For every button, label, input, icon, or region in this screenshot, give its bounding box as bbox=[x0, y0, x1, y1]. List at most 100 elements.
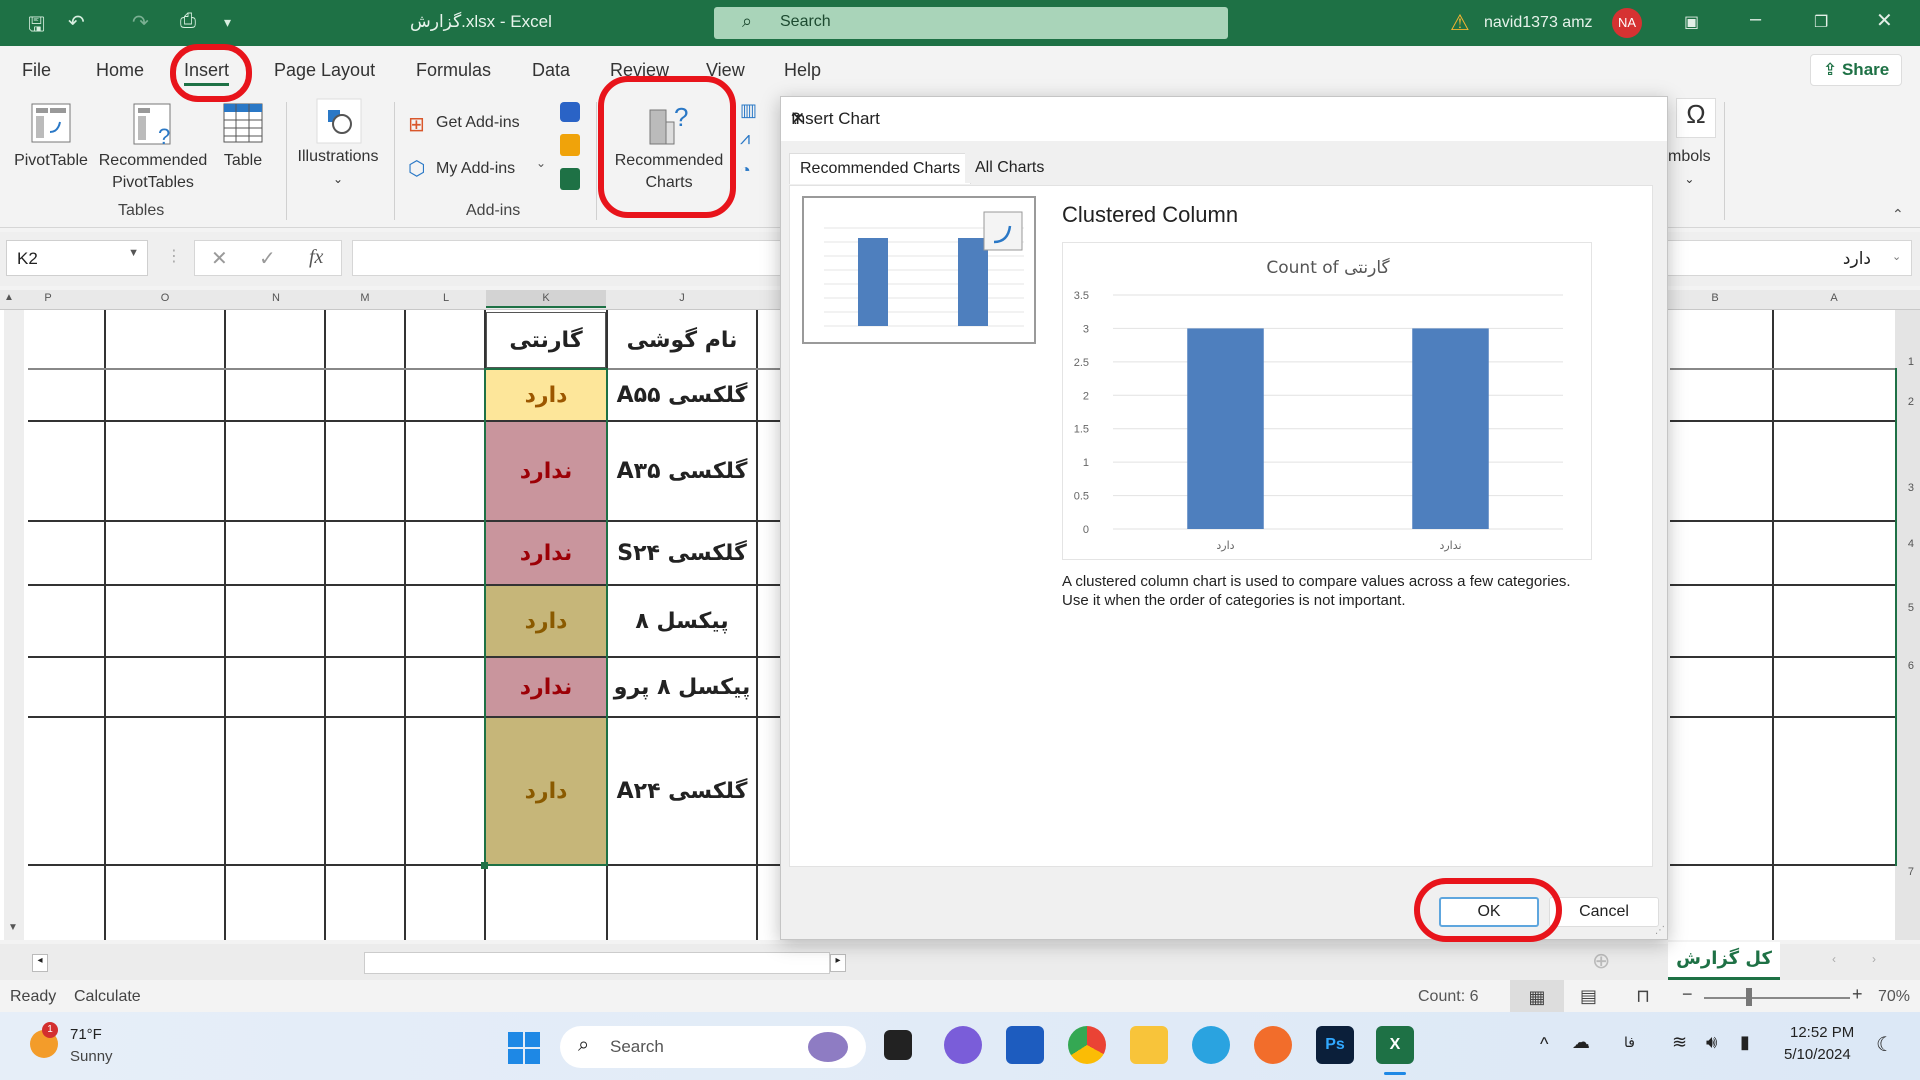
symbols-button[interactable]: mbols ⌄ bbox=[1668, 146, 1711, 190]
column-header[interactable]: J bbox=[608, 292, 756, 304]
add-sheet-icon[interactable]: ⊕ bbox=[1592, 948, 1610, 974]
tab-recommended-charts[interactable]: Recommended Charts bbox=[789, 153, 972, 184]
close-window-icon[interactable]: ✕ bbox=[1876, 8, 1893, 33]
clock-time[interactable]: 12:52 PM bbox=[1790, 1024, 1854, 1041]
task-view-icon[interactable] bbox=[884, 1030, 912, 1060]
firefox-icon[interactable] bbox=[1254, 1026, 1292, 1064]
column-header-selected[interactable]: K bbox=[486, 290, 606, 308]
row-header[interactable]: 1 bbox=[1908, 356, 1914, 368]
close-icon[interactable]: ✕ bbox=[791, 109, 805, 129]
cell-product[interactable]: پیکسل ۸ پرو bbox=[608, 658, 756, 716]
collapse-ribbon-icon[interactable]: ⌃ bbox=[1892, 206, 1904, 223]
volume-icon[interactable]: 🔊︎ bbox=[1706, 1032, 1717, 1053]
file-explorer-icon[interactable] bbox=[1130, 1026, 1168, 1064]
recommended-pivottables-button[interactable]: Recommended PivotTables bbox=[94, 150, 212, 194]
pie-chart-icon[interactable]: ◔ bbox=[740, 160, 751, 181]
save-icon[interactable]: 🖫 bbox=[28, 10, 45, 44]
get-addins-button[interactable]: Get Add-ins bbox=[436, 112, 520, 134]
photoshop-icon[interactable]: Ps bbox=[1316, 1026, 1354, 1064]
clock-date[interactable]: 5/10/2024 bbox=[1784, 1046, 1851, 1063]
weather-text[interactable]: Sunny bbox=[70, 1048, 113, 1065]
notifications-icon[interactable]: ☾ bbox=[1876, 1032, 1894, 1057]
resize-grip-icon[interactable]: ⋰ bbox=[1655, 925, 1665, 936]
onedrive-icon[interactable]: ☁ bbox=[1572, 1032, 1590, 1053]
cell-product[interactable]: پیکسل ۸ bbox=[608, 586, 756, 656]
pivottable-button[interactable]: PivotTable bbox=[12, 150, 90, 172]
row-header[interactable]: 3 bbox=[1908, 482, 1914, 494]
bing-maps-icon[interactable] bbox=[560, 134, 580, 156]
row-header[interactable]: 5 bbox=[1908, 602, 1914, 614]
scroll-up-icon[interactable]: ▲ bbox=[4, 292, 14, 303]
tab-data[interactable]: Data bbox=[532, 60, 570, 81]
tab-file[interactable]: File bbox=[22, 60, 51, 81]
people-graph-icon[interactable] bbox=[560, 168, 580, 190]
scroll-down-icon[interactable]: ▼ bbox=[8, 922, 18, 933]
zoom-slider-thumb[interactable] bbox=[1746, 988, 1752, 1006]
tab-home[interactable]: Home bbox=[96, 60, 144, 81]
column-chart-icon[interactable]: ▥ bbox=[740, 100, 757, 121]
scroll-right-icon[interactable]: ▸ bbox=[830, 954, 846, 972]
language-indicator[interactable]: فا bbox=[1624, 1034, 1635, 1051]
next-sheet-icon[interactable]: › bbox=[1872, 952, 1876, 966]
telegram-icon[interactable] bbox=[1192, 1026, 1230, 1064]
sheet-tab[interactable]: کل گزارش bbox=[1668, 942, 1780, 980]
cell-header-warranty[interactable]: گارنتی bbox=[486, 312, 606, 368]
prev-sheet-icon[interactable]: ‹ bbox=[1832, 952, 1836, 966]
column-header[interactable]: O bbox=[106, 292, 224, 304]
visio-icon[interactable] bbox=[560, 102, 580, 122]
name-box[interactable]: K2 ▼ bbox=[6, 240, 148, 276]
battery-icon[interactable]: ▮ bbox=[1740, 1032, 1750, 1053]
column-header[interactable]: P bbox=[30, 292, 66, 304]
normal-view-icon[interactable]: ▦ bbox=[1510, 980, 1564, 1016]
zoom-in-icon[interactable]: + bbox=[1852, 984, 1863, 1005]
warning-icon[interactable]: ⚠ bbox=[1450, 10, 1470, 36]
cell-product[interactable]: گلکسی S۲۴ bbox=[608, 522, 756, 584]
cancel-button[interactable]: Cancel bbox=[1549, 897, 1659, 927]
word-icon[interactable] bbox=[1006, 1026, 1044, 1064]
teams-icon[interactable] bbox=[944, 1026, 982, 1064]
table-button[interactable]: Table bbox=[212, 150, 274, 172]
share-button[interactable]: ⇪ Share bbox=[1810, 54, 1902, 86]
expand-formula-icon[interactable]: ⌄ bbox=[1892, 250, 1901, 263]
scroll-left-icon[interactable]: ◂ bbox=[32, 954, 48, 972]
chevron-down-icon[interactable]: ▼ bbox=[128, 247, 139, 259]
customize-toolbar-icon[interactable]: ▾ bbox=[224, 14, 231, 31]
cell-product[interactable]: گلکسی A۲۴ bbox=[608, 718, 756, 864]
row-header[interactable]: 7 bbox=[1908, 866, 1914, 878]
line-chart-icon[interactable]: ⩘ bbox=[740, 128, 750, 149]
weather-temp[interactable]: 71°F bbox=[70, 1026, 102, 1043]
horizontal-scrollbar-thumb[interactable] bbox=[364, 952, 830, 974]
taskbar-search[interactable]: ⌕ Search bbox=[560, 1026, 866, 1068]
zoom-level[interactable]: 70% bbox=[1878, 988, 1910, 1006]
column-header[interactable]: M bbox=[326, 292, 404, 304]
cell-product[interactable]: گلکسی A۵۵ bbox=[608, 370, 756, 420]
tab-all-charts[interactable]: All Charts bbox=[965, 153, 1055, 183]
status-calculate[interactable]: Calculate bbox=[74, 988, 141, 1006]
chart-thumbnail[interactable] bbox=[802, 196, 1036, 344]
avatar[interactable]: NA bbox=[1612, 8, 1642, 38]
windows-start-icon[interactable] bbox=[508, 1032, 540, 1064]
page-layout-view-icon[interactable]: ▤ bbox=[1580, 986, 1597, 1007]
column-header[interactable]: A bbox=[1774, 292, 1894, 304]
column-header[interactable]: B bbox=[1670, 292, 1760, 304]
ribbon-display-icon[interactable]: ▣ bbox=[1684, 12, 1699, 32]
my-addins-button[interactable]: My Add-ins bbox=[436, 158, 515, 180]
wifi-icon[interactable]: ≋ bbox=[1672, 1032, 1687, 1053]
redo-icon[interactable]: ↷ bbox=[132, 10, 149, 35]
print-icon[interactable]: ⎙ bbox=[180, 10, 196, 33]
tab-page-layout[interactable]: Page Layout bbox=[274, 60, 375, 81]
cell-header-product[interactable]: نام گوشی bbox=[608, 312, 756, 368]
vertical-scrollbar[interactable] bbox=[4, 310, 24, 940]
illustrations-button[interactable]: Illustrations ⌄ bbox=[290, 146, 386, 190]
row-header[interactable]: 2 bbox=[1908, 396, 1914, 408]
restore-icon[interactable]: ❐ bbox=[1814, 12, 1828, 32]
tab-formulas[interactable]: Formulas bbox=[416, 60, 491, 81]
zoom-slider[interactable] bbox=[1704, 997, 1850, 999]
page-break-view-icon[interactable]: ⊓ bbox=[1636, 986, 1650, 1007]
zoom-out-icon[interactable]: − bbox=[1682, 984, 1693, 1005]
search-box[interactable]: ⌕ Search bbox=[714, 7, 1228, 39]
chevron-down-icon[interactable]: ⌄ bbox=[536, 156, 546, 170]
cancel-entry-icon[interactable]: ✕ bbox=[211, 246, 228, 271]
undo-icon[interactable]: ↶ bbox=[68, 10, 85, 35]
cell-product[interactable]: گلکسی A۳۵ bbox=[608, 422, 756, 520]
